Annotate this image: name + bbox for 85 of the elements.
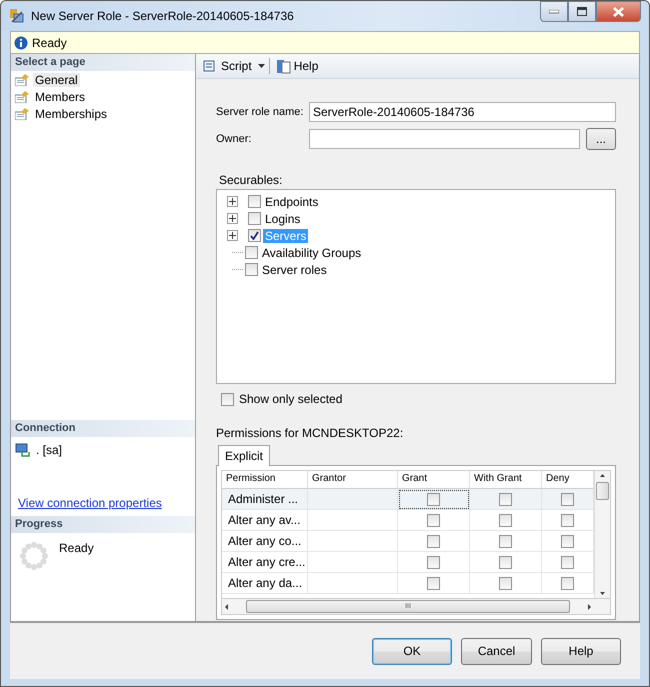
- tree-item[interactable]: Logins: [263, 212, 302, 226]
- table-cell: Alter any cre...: [222, 552, 308, 573]
- checkbox[interactable]: [427, 576, 440, 590]
- progress-status: Ready: [59, 541, 94, 557]
- close-button[interactable]: [596, 1, 641, 22]
- page-item[interactable]: Members: [33, 90, 88, 104]
- spinner-icon: [19, 541, 49, 571]
- page-icon: [15, 108, 29, 120]
- browse-button[interactable]: ...: [586, 128, 616, 150]
- checkbox[interactable]: [561, 556, 574, 568]
- dialog-button[interactable]: Cancel: [461, 638, 532, 664]
- table-cell: Administer ...: [222, 489, 308, 510]
- column-header[interactable]: With Grant: [470, 471, 542, 489]
- checkbox[interactable]: [561, 492, 574, 506]
- minimize-icon: [549, 10, 559, 14]
- column-header[interactable]: Grantor: [308, 471, 398, 489]
- checkbox[interactable]: [248, 229, 261, 242]
- checkbox[interactable]: [427, 492, 440, 506]
- checkbox[interactable]: [561, 576, 574, 590]
- help-page-icon: [276, 58, 291, 74]
- window-title: New Server Role - ServerRole-20140605-184736: [31, 9, 295, 23]
- grid-row[interactable]: Alter any cre...: [222, 552, 594, 573]
- explicit-tab[interactable]: Explicit: [218, 445, 270, 466]
- checkbox[interactable]: [499, 514, 512, 526]
- minimize-button[interactable]: [540, 1, 568, 22]
- page-icon: [15, 74, 29, 86]
- section-header: Progress: [11, 516, 195, 533]
- status-text: Ready: [32, 36, 67, 50]
- dialog-button[interactable]: OK: [372, 638, 452, 664]
- maximize-icon: [577, 7, 587, 16]
- checkbox[interactable]: [427, 534, 440, 548]
- checkbox[interactable]: [427, 556, 440, 568]
- tree-item[interactable]: Server roles: [260, 262, 329, 276]
- info-icon: [14, 36, 28, 50]
- dropdown-arrow-icon[interactable]: [258, 64, 265, 68]
- checkbox[interactable]: [427, 514, 440, 526]
- page-icon: [15, 90, 29, 102]
- vertical-scrollbar[interactable]: [594, 471, 610, 598]
- server-connection-icon: [15, 443, 30, 457]
- checkbox[interactable]: [221, 392, 234, 406]
- checkbox-label: Show only selected: [239, 392, 342, 406]
- column-header[interactable]: Grant: [398, 471, 470, 489]
- column-header[interactable]: Deny: [542, 471, 594, 489]
- grid-row[interactable]: Alter any da...: [222, 573, 594, 594]
- maximize-button[interactable]: [568, 1, 596, 22]
- dialog-button[interactable]: Help: [541, 638, 621, 664]
- checkbox[interactable]: [499, 492, 512, 506]
- checkbox[interactable]: [245, 263, 258, 276]
- checkbox[interactable]: [499, 556, 512, 568]
- checkbox[interactable]: [499, 576, 512, 590]
- checkbox[interactable]: [499, 534, 512, 548]
- column-header[interactable]: Permission: [222, 471, 308, 489]
- securables-label: Securables:: [219, 173, 284, 187]
- role-name-field[interactable]: ServerRole-20140605-184736: [309, 102, 616, 122]
- script-button[interactable]: Script: [200, 58, 254, 74]
- checkbox[interactable]: [561, 514, 574, 526]
- help-button[interactable]: Help: [274, 58, 320, 74]
- grid-row[interactable]: Administer ...: [222, 489, 594, 510]
- table-cell: Alter any av...: [222, 510, 308, 531]
- field-label: Server role name:: [216, 106, 304, 118]
- page-item[interactable]: General: [33, 72, 80, 86]
- expand-icon[interactable]: [227, 230, 238, 241]
- checkbox[interactable]: [561, 534, 574, 548]
- tree-item[interactable]: Availability Groups: [260, 246, 364, 260]
- scroll-thumb[interactable]: [596, 482, 609, 500]
- page-item[interactable]: Memberships: [33, 106, 110, 120]
- grid-row[interactable]: Alter any co...: [222, 531, 594, 552]
- checkbox[interactable]: [245, 246, 258, 259]
- checkbox[interactable]: [248, 212, 261, 225]
- table-cell: Alter any da...: [222, 573, 308, 594]
- section-header: Select a page: [11, 54, 195, 71]
- connection-text: . [sa]: [36, 443, 62, 457]
- view-connection-link[interactable]: View connection properties: [18, 496, 162, 510]
- field-label: Owner:: [216, 133, 252, 145]
- expand-icon[interactable]: [227, 196, 238, 207]
- checkbox[interactable]: [248, 195, 261, 208]
- owner-field[interactable]: [309, 129, 580, 149]
- grid-row[interactable]: Alter any av...: [222, 510, 594, 531]
- close-icon: [613, 6, 624, 16]
- table-cell: Alter any co...: [222, 531, 308, 552]
- permissions-label: Permissions for MCNDESKTOP22:: [216, 426, 404, 440]
- expand-icon[interactable]: [227, 213, 238, 224]
- window-icon: [9, 8, 25, 24]
- section-header: Connection: [11, 420, 195, 437]
- tree-item[interactable]: Endpoints: [263, 194, 320, 208]
